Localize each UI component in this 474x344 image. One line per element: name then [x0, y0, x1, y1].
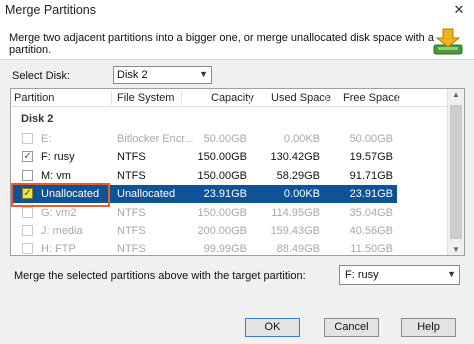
merge-target-label: Merge the selected partitions above with… [14, 270, 306, 282]
free-space-cell: 91.71GB [349, 169, 393, 182]
partition-name: E: [41, 133, 52, 145]
scroll-up-icon[interactable]: ▲ [452, 90, 460, 99]
disk-select-value: Disk 2 [117, 69, 148, 81]
file-system-cell: Bitlocker Encr... [117, 133, 194, 145]
used-space-cell: 159.43GB [270, 225, 320, 237]
free-space-cell: 11.50GB [350, 243, 393, 256]
ok-button[interactable]: OK [245, 318, 300, 337]
capacity-cell: 23.91GB [203, 188, 247, 201]
table-row[interactable]: J: media NTFS 200.00GB 159.43GB 40.56GB [11, 222, 397, 240]
used-space-cell: 0.00KB [283, 133, 320, 145]
file-system-cell: NTFS [117, 206, 146, 219]
column-header-free-space[interactable]: Free Space [343, 92, 400, 104]
used-space-cell: 130.42GB [270, 151, 320, 164]
free-space-cell: 50.00GB [349, 133, 393, 145]
capacity-cell: 99.99GB [203, 243, 247, 256]
partition-checkbox [22, 206, 33, 218]
scroll-down-icon[interactable]: ▼ [452, 245, 460, 254]
column-header-partition[interactable]: Partition [14, 92, 54, 104]
partition-name: H: FTP [41, 243, 76, 256]
column-divider [181, 91, 182, 105]
table-header: Partition File System Capacity Used Spac… [11, 89, 464, 107]
capacity-cell: 150.00GB [197, 151, 247, 164]
scrollbar-thumb[interactable] [450, 105, 462, 239]
dialog-description: Merge two adjacent partitions into a big… [9, 32, 434, 56]
partition-checkbox[interactable]: ✓ [22, 151, 33, 163]
column-divider [326, 91, 327, 105]
partition-checkbox [22, 243, 33, 255]
used-space-cell: 114.95GB [271, 206, 320, 219]
file-system-cell: Unallocated [117, 188, 176, 201]
chevron-down-icon: ▼ [447, 269, 456, 279]
partition-name: F: rusy [41, 151, 75, 164]
column-header-used-space[interactable]: Used Space [271, 92, 331, 104]
partition-checkbox [22, 225, 33, 236]
partition-name: M: vm [41, 169, 71, 182]
free-space-cell: 23.91GB [349, 188, 393, 201]
target-partition-value: F: rusy [345, 269, 379, 281]
free-space-cell: 40.56GB [349, 225, 393, 237]
title-bar: Merge Partitions ✕ [0, 0, 474, 22]
close-icon[interactable]: ✕ [450, 2, 468, 18]
partition-table[interactable]: Partition File System Capacity Used Spac… [10, 88, 465, 256]
highlight-annotation-box [11, 183, 110, 207]
help-button[interactable]: Help [401, 318, 456, 337]
dialog-header: Merge two adjacent partitions into a big… [0, 22, 474, 60]
disk-select[interactable]: Disk 2 ▼ [113, 66, 212, 84]
window-title: Merge Partitions [5, 3, 97, 17]
column-divider [250, 91, 251, 105]
file-system-cell: NTFS [117, 225, 146, 237]
column-divider [111, 91, 112, 105]
table-row[interactable]: E: Bitlocker Encr... 50.00GB 0.00KB 50.00GB [11, 130, 397, 148]
used-space-cell: 88.49GB [276, 243, 320, 256]
partition-checkbox [22, 133, 33, 144]
disk-group-label: Disk 2 [21, 113, 54, 125]
capacity-cell: 50.00GB [203, 133, 247, 145]
capacity-cell: 150.00GB [197, 206, 247, 219]
partition-name: J: media [41, 225, 83, 237]
partition-name: G: vm2 [41, 206, 77, 219]
file-system-cell: NTFS [117, 151, 146, 164]
chevron-down-icon: ▼ [199, 69, 208, 79]
used-space-cell: 0.00KB [283, 188, 320, 201]
target-partition-select[interactable]: F: rusy ▼ [339, 265, 460, 285]
file-system-cell: NTFS [117, 169, 146, 182]
column-divider [397, 91, 398, 105]
used-space-cell: 58.29GB [276, 169, 320, 182]
partition-checkbox[interactable] [22, 169, 33, 181]
capacity-cell: 150.00GB [197, 169, 247, 182]
column-header-capacity[interactable]: Capacity [211, 92, 254, 104]
table-row[interactable]: H: FTP NTFS 99.99GB 88.49GB 11.50GB [11, 240, 397, 256]
vertical-scrollbar[interactable]: ▲ ▼ [447, 89, 464, 255]
capacity-cell: 200.00GB [197, 225, 247, 237]
select-disk-label: Select Disk: [12, 70, 71, 82]
column-header-file-system[interactable]: File System [117, 92, 174, 104]
file-system-cell: NTFS [117, 243, 146, 256]
cancel-button[interactable]: Cancel [324, 318, 379, 337]
table-row[interactable]: ✓ F: rusy NTFS 150.00GB 130.42GB 19.57GB [11, 148, 397, 166]
free-space-cell: 35.04GB [349, 206, 393, 219]
free-space-cell: 19.57GB [349, 151, 393, 164]
merge-arrow-icon [433, 28, 463, 55]
